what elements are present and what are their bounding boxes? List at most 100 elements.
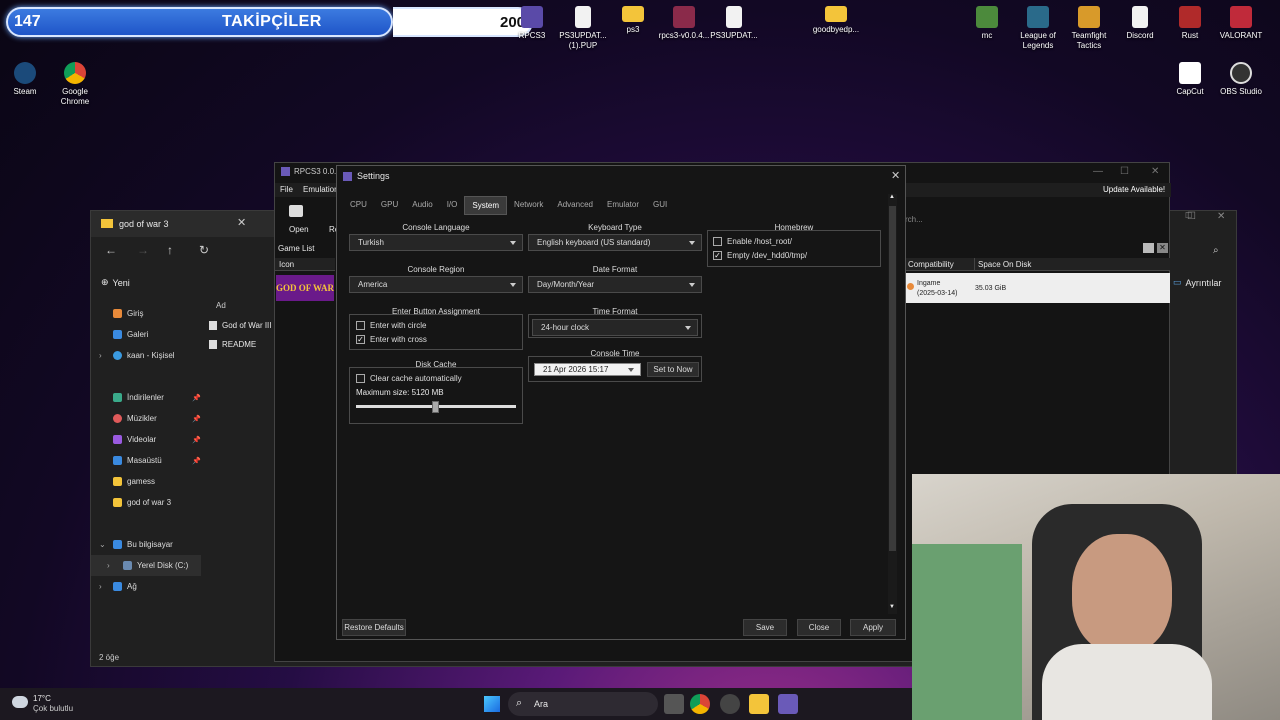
tab-io[interactable]: I/O: [440, 196, 465, 215]
nav-item-videos[interactable]: Videolar 📌: [91, 429, 201, 450]
time-format-select[interactable]: 24-hour clock: [532, 319, 698, 336]
desktop-icon-rpcs3-archive[interactable]: rpcs3-v0.0.4...: [656, 6, 712, 41]
close-icon[interactable]: ✕: [1217, 211, 1225, 222]
apply-button[interactable]: Apply: [850, 619, 896, 636]
cache-slider-thumb[interactable]: [432, 401, 439, 413]
open-button[interactable]: Open: [289, 225, 309, 234]
column-name[interactable]: Ad: [216, 301, 226, 310]
search-icon[interactable]: ⌕: [1213, 245, 1219, 256]
close-button[interactable]: Close: [797, 619, 841, 636]
restore-icon[interactable]: [1143, 243, 1154, 253]
nav-item-onedrive[interactable]: › kaan - Kişisel: [91, 345, 201, 366]
desktop-icon-capcut[interactable]: CapCut: [1162, 62, 1218, 97]
console-language-select[interactable]: Turkish: [349, 234, 523, 251]
start-icon[interactable]: [484, 696, 500, 712]
menu-emulation[interactable]: Emulation: [303, 185, 339, 194]
new-button[interactable]: ⊕ Yeni: [101, 277, 130, 288]
nav-item-local-disk[interactable]: › Yerel Disk (C:): [91, 555, 201, 576]
menu-file[interactable]: File: [280, 185, 293, 194]
file-item[interactable]: README: [209, 340, 256, 349]
chrome-icon[interactable]: [690, 694, 710, 714]
nav-item-desktop[interactable]: Masaüstü 📌: [91, 450, 201, 471]
nav-item-network[interactable]: › Ağ: [91, 576, 201, 597]
keyboard-type-select[interactable]: English keyboard (US standard): [528, 234, 702, 251]
close-icon[interactable]: ✕: [891, 169, 900, 182]
forward-icon[interactable]: →: [137, 243, 149, 257]
desktop-icon-discord[interactable]: Discord: [1112, 6, 1168, 41]
tab-network[interactable]: Network: [507, 196, 550, 215]
up-icon[interactable]: ↑: [167, 243, 173, 257]
weather-desc[interactable]: Çok bulutlu: [33, 704, 73, 713]
tab-cpu[interactable]: CPU: [343, 196, 374, 215]
desktop-icon-rust[interactable]: Rust: [1162, 6, 1218, 41]
maximize-icon[interactable]: ☐: [1120, 166, 1129, 177]
scroll-thumb[interactable]: [889, 206, 896, 551]
console-region-select[interactable]: America: [349, 276, 523, 293]
date-format-select[interactable]: Day/Month/Year: [528, 276, 702, 293]
desktop-icon-rpcs3[interactable]: RPCS3: [504, 6, 560, 41]
desktop-icon-lol[interactable]: League of Legends: [1010, 6, 1066, 51]
refresh-icon[interactable]: ↻: [199, 243, 209, 257]
desktop-icon-tft[interactable]: Teamfight Tactics: [1061, 6, 1117, 51]
scrollbar[interactable]: ▲ ▼: [888, 194, 897, 614]
tab-audio[interactable]: Audio: [405, 196, 439, 215]
camera-icon[interactable]: [289, 205, 303, 217]
settings-dialog: Settings ✕ CPU GPU Audio I/O System Netw…: [336, 165, 906, 640]
search-field[interactable]: rch...: [905, 215, 923, 224]
scroll-up-icon[interactable]: ▲: [889, 194, 895, 200]
taskbar-search[interactable]: ⌕ Ara: [508, 692, 658, 716]
desktop-icon-valorant[interactable]: VALORANT: [1213, 6, 1269, 41]
column-compatibility[interactable]: Compatibility: [905, 258, 975, 271]
nav-item-gallery[interactable]: Galeri: [91, 324, 201, 345]
empty-tmp-checkbox[interactable]: ✓ Empty /dev_hdd0/tmp/: [713, 251, 807, 260]
console-time-input[interactable]: 21 Apr 2026 15:17: [534, 363, 641, 376]
restore-defaults-button[interactable]: Restore Defaults: [342, 619, 406, 636]
close-icon[interactable]: ✕: [1157, 243, 1168, 253]
game-row[interactable]: Ingame (2025-03-14) 35.03 GiB: [905, 273, 1170, 303]
tab-emulator[interactable]: Emulator: [600, 196, 646, 215]
nav-item-home[interactable]: Giriş: [91, 303, 201, 324]
nav-item-music[interactable]: Müzikler 📌: [91, 408, 201, 429]
close-icon[interactable]: ✕: [1151, 166, 1159, 177]
tab-system[interactable]: System: [464, 196, 508, 215]
clear-cache-checkbox[interactable]: Clear cache automatically: [356, 374, 462, 383]
tab-gpu[interactable]: GPU: [374, 196, 405, 215]
tab-gui[interactable]: GUI: [646, 196, 674, 215]
enable-host-root-checkbox[interactable]: Enable /host_root/: [713, 237, 792, 246]
tab-advanced[interactable]: Advanced: [550, 196, 600, 215]
save-button[interactable]: Save: [743, 619, 787, 636]
nav-item-gamess[interactable]: gamess: [91, 471, 201, 492]
desktop-icon-steam[interactable]: Steam: [0, 62, 53, 97]
desktop-icon-goodbyedp[interactable]: goodbyedp...: [808, 6, 864, 35]
explorer-tab[interactable]: god of war 3 ✕: [91, 211, 276, 237]
desktop-icon-chrome[interactable]: Google Chrome: [47, 62, 103, 107]
desktop-icon-ps3[interactable]: ps3: [605, 6, 661, 35]
desktop-icon-mc[interactable]: mc: [959, 6, 1015, 41]
column-space[interactable]: Space On Disk: [975, 258, 1170, 271]
column-icon[interactable]: Icon: [275, 258, 335, 271]
desktop-icon-ps3update[interactable]: PS3UPDAT...: [706, 6, 762, 41]
details-button[interactable]: ▭ Ayrıntılar: [1173, 277, 1221, 288]
scroll-down-icon[interactable]: ▼: [889, 604, 895, 610]
weather-temp[interactable]: 17°C: [33, 694, 51, 703]
file-item[interactable]: God of War III (: [209, 321, 276, 330]
steam-icon[interactable]: [720, 694, 740, 714]
nav-item-downloads[interactable]: İndirilenler 📌: [91, 387, 201, 408]
close-icon[interactable]: ✕: [237, 216, 246, 229]
update-available[interactable]: Update Available!: [1103, 185, 1165, 194]
back-icon[interactable]: ←: [105, 243, 117, 257]
game-cover[interactable]: GOD OF WAR: [276, 275, 334, 301]
nav-item-gow3[interactable]: god of war 3: [91, 492, 201, 513]
set-to-now-button[interactable]: Set to Now: [647, 362, 699, 377]
enter-circle-checkbox[interactable]: Enter with circle: [356, 321, 426, 330]
enter-cross-checkbox[interactable]: ✓ Enter with cross: [356, 335, 427, 344]
rpcs3-icon[interactable]: [778, 694, 798, 714]
desktop-icon-obs[interactable]: OBS Studio: [1213, 62, 1269, 97]
weather-icon[interactable]: [12, 696, 28, 708]
nav-item-this-pc[interactable]: ⌄ Bu bilgisayar: [91, 534, 201, 555]
task-view-icon[interactable]: [664, 694, 684, 714]
maximize-icon[interactable]: ☐: [1185, 211, 1192, 220]
desktop-icon-ps3update1[interactable]: PS3UPDAT... (1).PUP: [555, 6, 611, 51]
folder-icon[interactable]: [749, 694, 769, 714]
minimize-icon[interactable]: —: [1093, 166, 1103, 177]
